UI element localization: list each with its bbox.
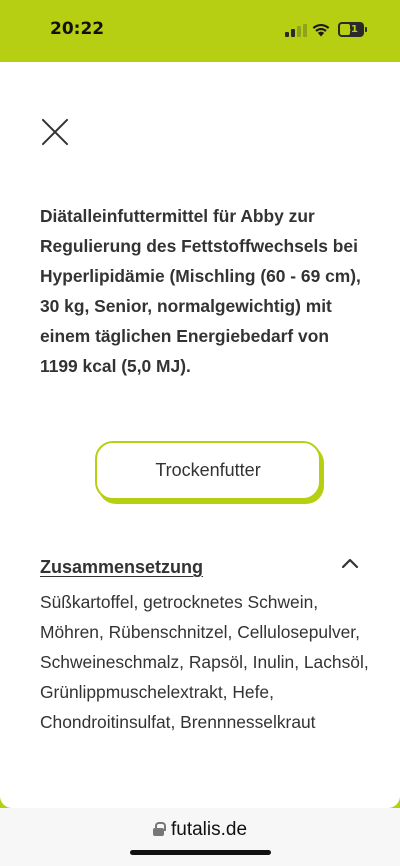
status-time: 20:22	[50, 19, 105, 39]
url-text[interactable]: futalis.de	[171, 819, 247, 840]
chevron-up-icon[interactable]	[341, 556, 359, 570]
url-display[interactable]: futalis.de	[0, 819, 400, 841]
wifi-icon	[312, 23, 330, 37]
dry-food-button[interactable]: Trockenfutter	[95, 441, 321, 500]
battery-level: 41	[344, 24, 358, 35]
lock-icon	[152, 822, 166, 836]
battery-icon: 41	[338, 22, 364, 37]
product-description: Diätalleinfuttermittel für Abby zur Regu…	[40, 206, 361, 376]
composition-text: Süßkartoffel, getrocknetes Schwein, Möhr…	[40, 592, 369, 732]
close-icon[interactable]	[40, 118, 70, 146]
status-bar: 20:22 41	[0, 0, 400, 62]
composition-title[interactable]: Zusammensetzung	[40, 557, 203, 578]
cellular-signal-icon	[285, 24, 307, 37]
battery-cap	[365, 27, 367, 32]
home-indicator[interactable]	[130, 850, 271, 855]
